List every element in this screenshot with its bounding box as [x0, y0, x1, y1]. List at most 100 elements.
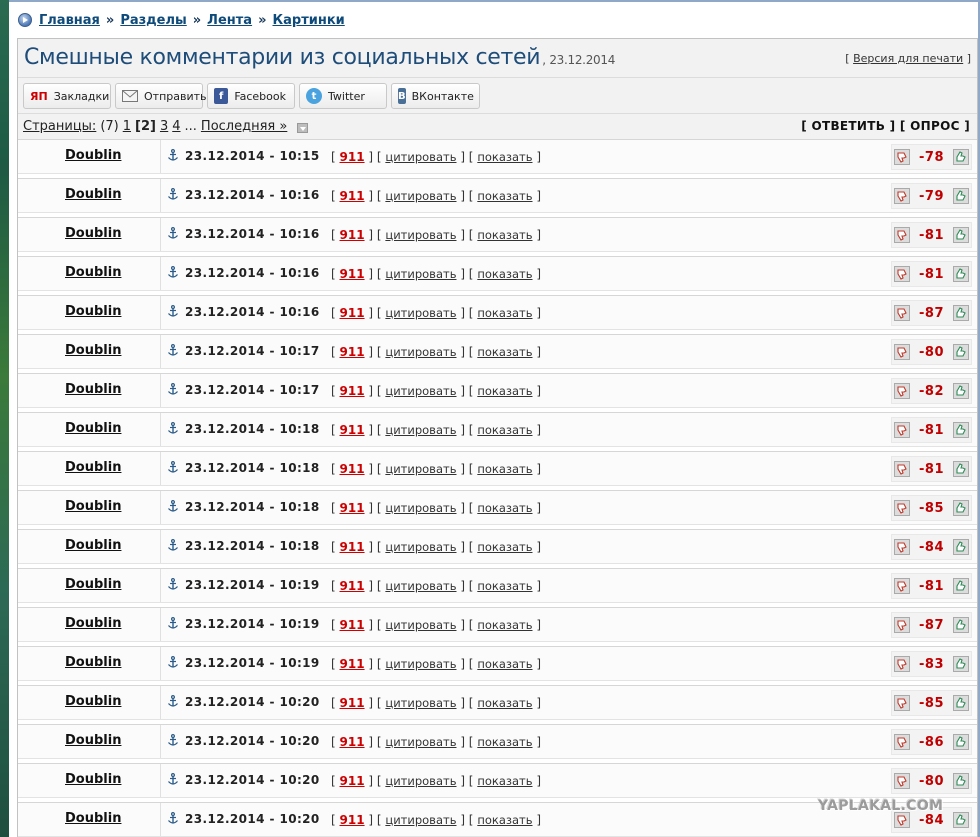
quote-link[interactable]: цитировать	[385, 657, 456, 671]
quote-link[interactable]: цитировать	[385, 696, 456, 710]
anchor-icon[interactable]	[167, 617, 179, 630]
show-link[interactable]: показать	[477, 228, 532, 242]
anchor-icon[interactable]	[167, 227, 179, 240]
quote-link[interactable]: цитировать	[385, 813, 456, 827]
anchor-icon[interactable]	[167, 422, 179, 435]
vote-up-icon[interactable]	[953, 539, 969, 555]
comment-author[interactable]: Doublin	[65, 148, 121, 163]
quote-link[interactable]: цитировать	[385, 267, 456, 281]
comment-911-link[interactable]: 911	[340, 696, 365, 710]
show-link[interactable]: показать	[477, 813, 532, 827]
comment-author[interactable]: Doublin	[65, 577, 121, 592]
vote-up-icon[interactable]	[953, 500, 969, 516]
quote-link[interactable]: цитировать	[385, 150, 456, 164]
comment-911-link[interactable]: 911	[340, 189, 365, 203]
show-link[interactable]: показать	[477, 384, 532, 398]
vote-down-icon[interactable]	[894, 578, 910, 594]
quote-link[interactable]: цитировать	[385, 306, 456, 320]
comment-911-link[interactable]: 911	[340, 228, 365, 242]
vote-down-icon[interactable]	[894, 344, 910, 360]
show-link[interactable]: показать	[477, 150, 532, 164]
vote-up-icon[interactable]	[953, 734, 969, 750]
quote-link[interactable]: цитировать	[385, 735, 456, 749]
vote-up-icon[interactable]	[953, 383, 969, 399]
anchor-icon[interactable]	[167, 149, 179, 162]
vote-up-icon[interactable]	[953, 305, 969, 321]
vote-down-icon[interactable]	[894, 734, 910, 750]
anchor-icon[interactable]	[167, 578, 179, 591]
vote-up-icon[interactable]	[953, 344, 969, 360]
quote-link[interactable]: цитировать	[385, 618, 456, 632]
comment-911-link[interactable]: 911	[340, 657, 365, 671]
share-vkontakte-button[interactable]: B ВКонтакте	[391, 83, 480, 109]
quote-link[interactable]: цитировать	[385, 345, 456, 359]
comment-author[interactable]: Doublin	[65, 811, 121, 826]
vote-down-icon[interactable]	[894, 266, 910, 282]
anchor-icon[interactable]	[167, 695, 179, 708]
page-link-last[interactable]: Последняя »	[201, 119, 287, 134]
comment-911-link[interactable]: 911	[340, 813, 365, 827]
show-link[interactable]: показать	[477, 189, 532, 203]
comment-911-link[interactable]: 911	[340, 618, 365, 632]
anchor-icon[interactable]	[167, 539, 179, 552]
show-link[interactable]: показать	[477, 774, 532, 788]
show-link[interactable]: показать	[477, 618, 532, 632]
page-link-1[interactable]: 1	[123, 119, 131, 134]
vote-down-icon[interactable]	[894, 695, 910, 711]
vote-down-icon[interactable]	[894, 383, 910, 399]
comment-author[interactable]: Doublin	[65, 226, 121, 241]
comment-author[interactable]: Doublin	[65, 265, 121, 280]
comment-author[interactable]: Doublin	[65, 187, 121, 202]
breadcrumb-sections-link[interactable]: Разделы	[120, 13, 186, 28]
page-link-4[interactable]: 4	[172, 119, 180, 134]
vote-down-icon[interactable]	[894, 422, 910, 438]
comment-author[interactable]: Doublin	[65, 460, 121, 475]
page-jump-dropdown-icon[interactable]	[297, 123, 309, 133]
page-link-3[interactable]: 3	[160, 119, 168, 134]
anchor-icon[interactable]	[167, 500, 179, 513]
anchor-icon[interactable]	[167, 383, 179, 396]
comment-author[interactable]: Doublin	[65, 655, 121, 670]
anchor-icon[interactable]	[167, 266, 179, 279]
comment-911-link[interactable]: 911	[340, 384, 365, 398]
vote-up-icon[interactable]	[953, 578, 969, 594]
vote-down-icon[interactable]	[894, 305, 910, 321]
comment-911-link[interactable]: 911	[340, 306, 365, 320]
vote-down-icon[interactable]	[894, 500, 910, 516]
comment-author[interactable]: Doublin	[65, 694, 121, 709]
vote-up-icon[interactable]	[953, 149, 969, 165]
comment-911-link[interactable]: 911	[340, 462, 365, 476]
vote-down-icon[interactable]	[894, 188, 910, 204]
quote-link[interactable]: цитировать	[385, 189, 456, 203]
vote-down-icon[interactable]	[894, 227, 910, 243]
comment-911-link[interactable]: 911	[340, 579, 365, 593]
show-link[interactable]: показать	[477, 696, 532, 710]
vote-up-icon[interactable]	[953, 656, 969, 672]
anchor-icon[interactable]	[167, 773, 179, 786]
vote-up-icon[interactable]	[953, 812, 969, 828]
share-email-button[interactable]: Отправить	[115, 83, 207, 109]
comment-author[interactable]: Doublin	[65, 421, 121, 436]
comment-911-link[interactable]: 911	[340, 774, 365, 788]
pagination-label[interactable]: Страницы:	[23, 119, 96, 134]
vote-up-icon[interactable]	[953, 227, 969, 243]
quote-link[interactable]: цитировать	[385, 774, 456, 788]
breadcrumb-pictures-link[interactable]: Картинки	[272, 13, 344, 28]
anchor-icon[interactable]	[167, 344, 179, 357]
share-bookmarks-button[interactable]: ЯП Закладки	[23, 83, 111, 109]
show-link[interactable]: показать	[477, 267, 532, 281]
comment-author[interactable]: Doublin	[65, 304, 121, 319]
comment-author[interactable]: Doublin	[65, 499, 121, 514]
show-link[interactable]: показать	[477, 501, 532, 515]
comment-911-link[interactable]: 911	[340, 345, 365, 359]
comment-911-link[interactable]: 911	[340, 501, 365, 515]
anchor-icon[interactable]	[167, 812, 179, 825]
comment-911-link[interactable]: 911	[340, 150, 365, 164]
vote-down-icon[interactable]	[894, 149, 910, 165]
show-link[interactable]: показать	[477, 423, 532, 437]
vote-down-icon[interactable]	[894, 461, 910, 477]
print-version-link[interactable]: Версия для печати	[853, 52, 963, 65]
anchor-icon[interactable]	[167, 305, 179, 318]
quote-link[interactable]: цитировать	[385, 540, 456, 554]
vote-down-icon[interactable]	[894, 617, 910, 633]
